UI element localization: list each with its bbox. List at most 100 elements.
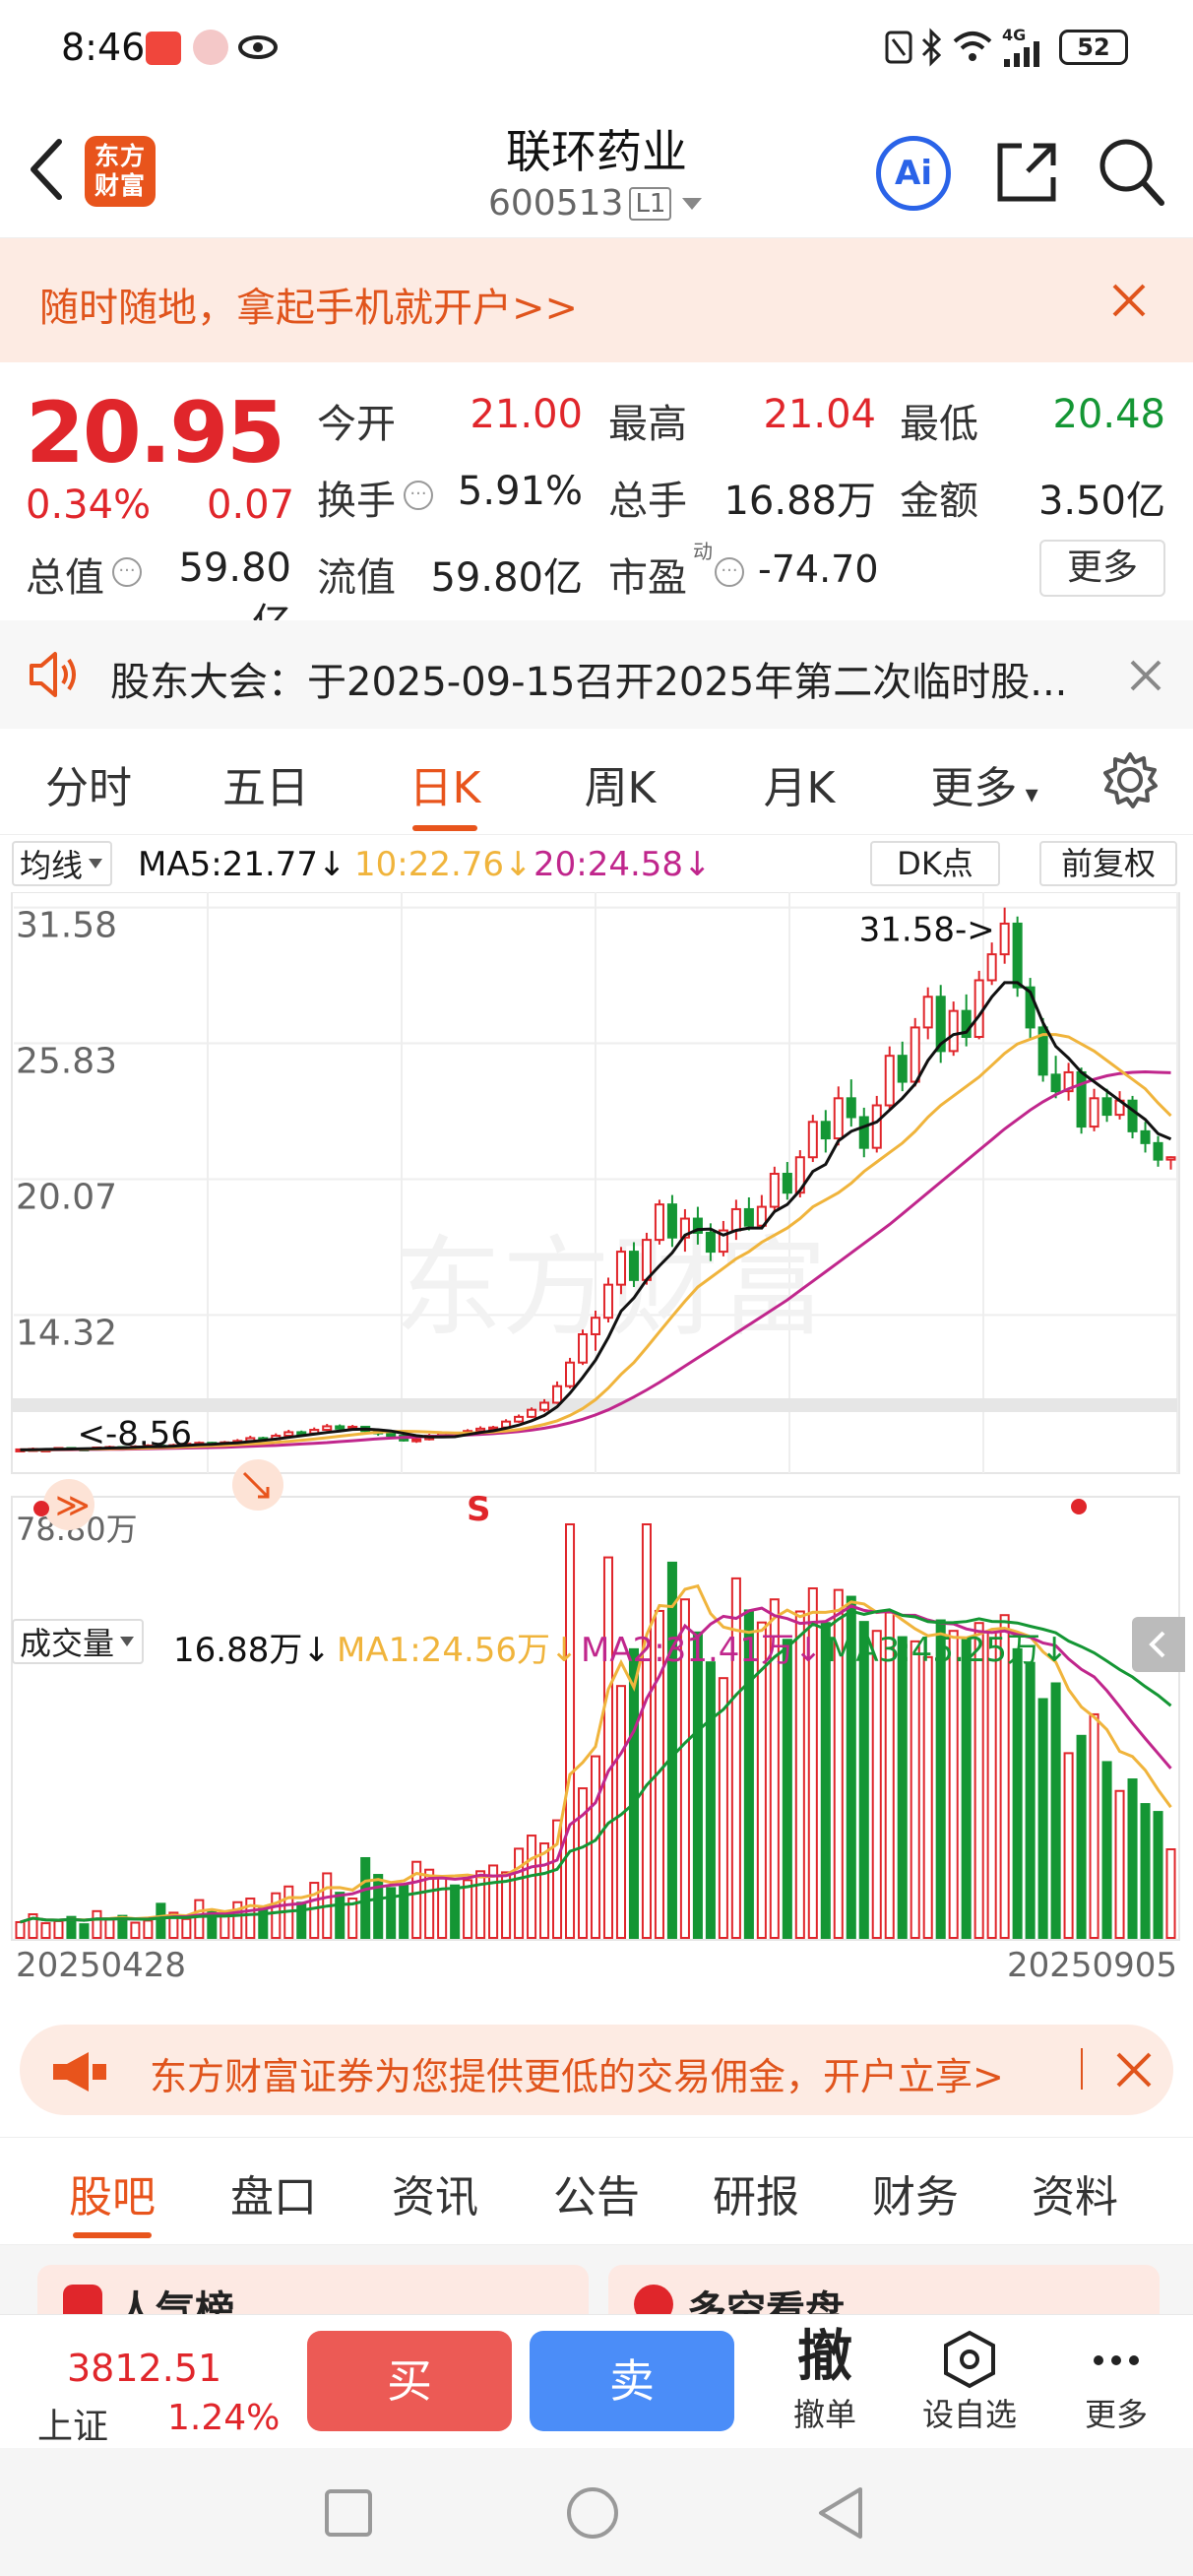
back-triangle-icon[interactable] (815, 2485, 866, 2541)
kline-tab-label: 日K (408, 763, 481, 813)
candle-body (948, 1009, 959, 1053)
kline-chart[interactable]: 东方财富 31.5825.8320.0714.3278.80万31.58-><-… (0, 892, 1193, 1946)
cancel-order-button[interactable]: 撤 撤单 (766, 2325, 884, 2439)
info-tab[interactable]: 股吧 (33, 2161, 191, 2238)
kline-tab-label: 五日 (222, 763, 309, 813)
home-circle-icon[interactable] (565, 2485, 620, 2541)
info-icon[interactable]: ··· (404, 481, 433, 510)
index-ticker[interactable]: 3812.51 上证 1.24% (20, 2325, 285, 2447)
bluetooth-icon (921, 28, 942, 67)
system-nav-bar (0, 2448, 1193, 2576)
buy-button[interactable]: 买 (307, 2331, 512, 2431)
kline-tab[interactable]: 五日 (177, 752, 354, 815)
kline-period-tabs: 分时 五日 日K 周K 月K 更多 ▾ (0, 729, 1193, 835)
candle-body (1089, 1097, 1099, 1128)
volume-label: 总手 (608, 479, 687, 524)
volume-bar (475, 1870, 486, 1939)
ma-selector-label: 均线 (20, 847, 84, 884)
volume-bar (1050, 1682, 1061, 1939)
recents-square-icon[interactable] (323, 2487, 374, 2539)
stock-code-selector[interactable]: 600513 L1 (488, 183, 705, 224)
change-percent: 0.34% (26, 483, 152, 528)
notice-bar[interactable]: 股东大会：于2025-09-15召开2025年第二次临时股... (0, 620, 1193, 729)
long-short-card[interactable]: 多空看盘 (608, 2265, 1160, 2314)
nfc-icon (885, 31, 912, 64)
app-logo: 东方财富 (85, 136, 156, 207)
vol-ma1-legend: MA1:24.56万↓ (337, 1631, 579, 1670)
search-icon[interactable] (1097, 136, 1165, 209)
volume-bar (692, 1631, 703, 1939)
float-cap-value: 59.80亿 (430, 555, 583, 601)
volume-bar (309, 1882, 320, 1939)
collapse-panel-button[interactable] (1132, 1617, 1185, 1672)
volume-bar (463, 1879, 473, 1939)
volume-bar (922, 1655, 933, 1939)
promo-banner[interactable]: 东方财富证券为您提供更低的交易佣金，开户立享> (20, 2025, 1173, 2115)
info-tab[interactable]: 研报 (677, 2161, 835, 2224)
ma-selector[interactable]: 均线 (12, 841, 113, 886)
volume-bar (437, 1877, 448, 1940)
settings-gear-icon[interactable] (1100, 750, 1160, 809)
vol-ma1-value: MA1:24.56万 (337, 1631, 551, 1670)
battery-icon: 52 (1059, 30, 1128, 65)
volume-bar (450, 1884, 461, 1939)
share-icon[interactable] (992, 138, 1061, 207)
kline-tab[interactable]: 日K (356, 752, 534, 831)
volume-bar (910, 1640, 920, 1939)
index-value: 3812.51 (67, 2347, 222, 2390)
volume-bar (564, 1523, 576, 1939)
kline-chart-area[interactable]: 均线 MA5:21.77↓ 10:22.76↓ 20:24.58↓ DK点 前复… (0, 835, 1193, 2003)
kline-tab[interactable]: 更多 ▾ (896, 752, 1073, 815)
candle-body (1153, 1141, 1163, 1161)
kline-tab[interactable]: 周K (532, 752, 709, 815)
speaker-icon (30, 652, 76, 697)
candle-body (973, 979, 984, 1039)
candle-body (1012, 922, 1023, 989)
close-icon[interactable] (1114, 2050, 1154, 2090)
info-tab[interactable]: 资料 (996, 2161, 1154, 2224)
status-time: 8:46 (61, 26, 146, 69)
volume-bar (1114, 1789, 1125, 1939)
info-tab[interactable]: 资讯 (356, 2161, 514, 2224)
volume-bar (104, 1918, 115, 1940)
sell-button[interactable]: 卖 (530, 2331, 734, 2431)
more-menu-button[interactable]: 更多 (1057, 2325, 1175, 2439)
kline-tab-label: 分时 (45, 763, 132, 813)
kline-tab[interactable]: 分时 (0, 752, 177, 815)
close-icon[interactable] (1128, 658, 1163, 693)
candle-body (628, 1251, 639, 1281)
pe-value: -74.70 (758, 547, 879, 591)
open-account-banner[interactable]: 随时随地，拿起手机就开户>> (0, 238, 1193, 362)
vol-ma3-value: MA3:45.25万 (827, 1631, 1041, 1670)
volume-bar (527, 1835, 537, 1939)
volume-legend: 16.88万↓ (173, 1631, 331, 1670)
add-watchlist-button[interactable]: 设自选 (906, 2325, 1034, 2439)
info-tab[interactable]: 财务 (837, 2161, 994, 2224)
info-tab[interactable]: 公告 (518, 2161, 675, 2224)
volume-bar (53, 1919, 64, 1940)
info-tab[interactable]: 盘口 (195, 2161, 352, 2224)
candle-body (833, 1097, 844, 1140)
volume-bar (1153, 1811, 1163, 1940)
dk-point-button[interactable]: DK点 (870, 841, 1000, 886)
volume-selector[interactable]: 成交量 (12, 1619, 145, 1664)
adjust-mode-button[interactable]: 前复权 (1039, 841, 1177, 886)
ai-assistant-button[interactable]: Ai (876, 136, 951, 211)
more-quote-button[interactable]: 更多 (1039, 540, 1165, 597)
candle-body (386, 1432, 397, 1438)
candle-body (602, 1283, 614, 1320)
volume-bar (335, 1892, 345, 1939)
volume-bar (782, 1639, 792, 1940)
candle-body (322, 1425, 333, 1432)
volume-bar (271, 1892, 282, 1940)
candle-body (552, 1385, 563, 1404)
back-arrow-icon[interactable] (26, 138, 65, 201)
volume-bar (628, 1647, 639, 1939)
info-icon[interactable]: ··· (715, 557, 744, 587)
vs-icon (634, 2285, 673, 2314)
volume-bar (897, 1636, 908, 1940)
info-icon[interactable]: ··· (112, 557, 142, 587)
close-icon[interactable] (1110, 282, 1148, 319)
popularity-card[interactable]: 人气榜 (37, 2265, 589, 2314)
kline-tab[interactable]: 月K (711, 752, 888, 815)
